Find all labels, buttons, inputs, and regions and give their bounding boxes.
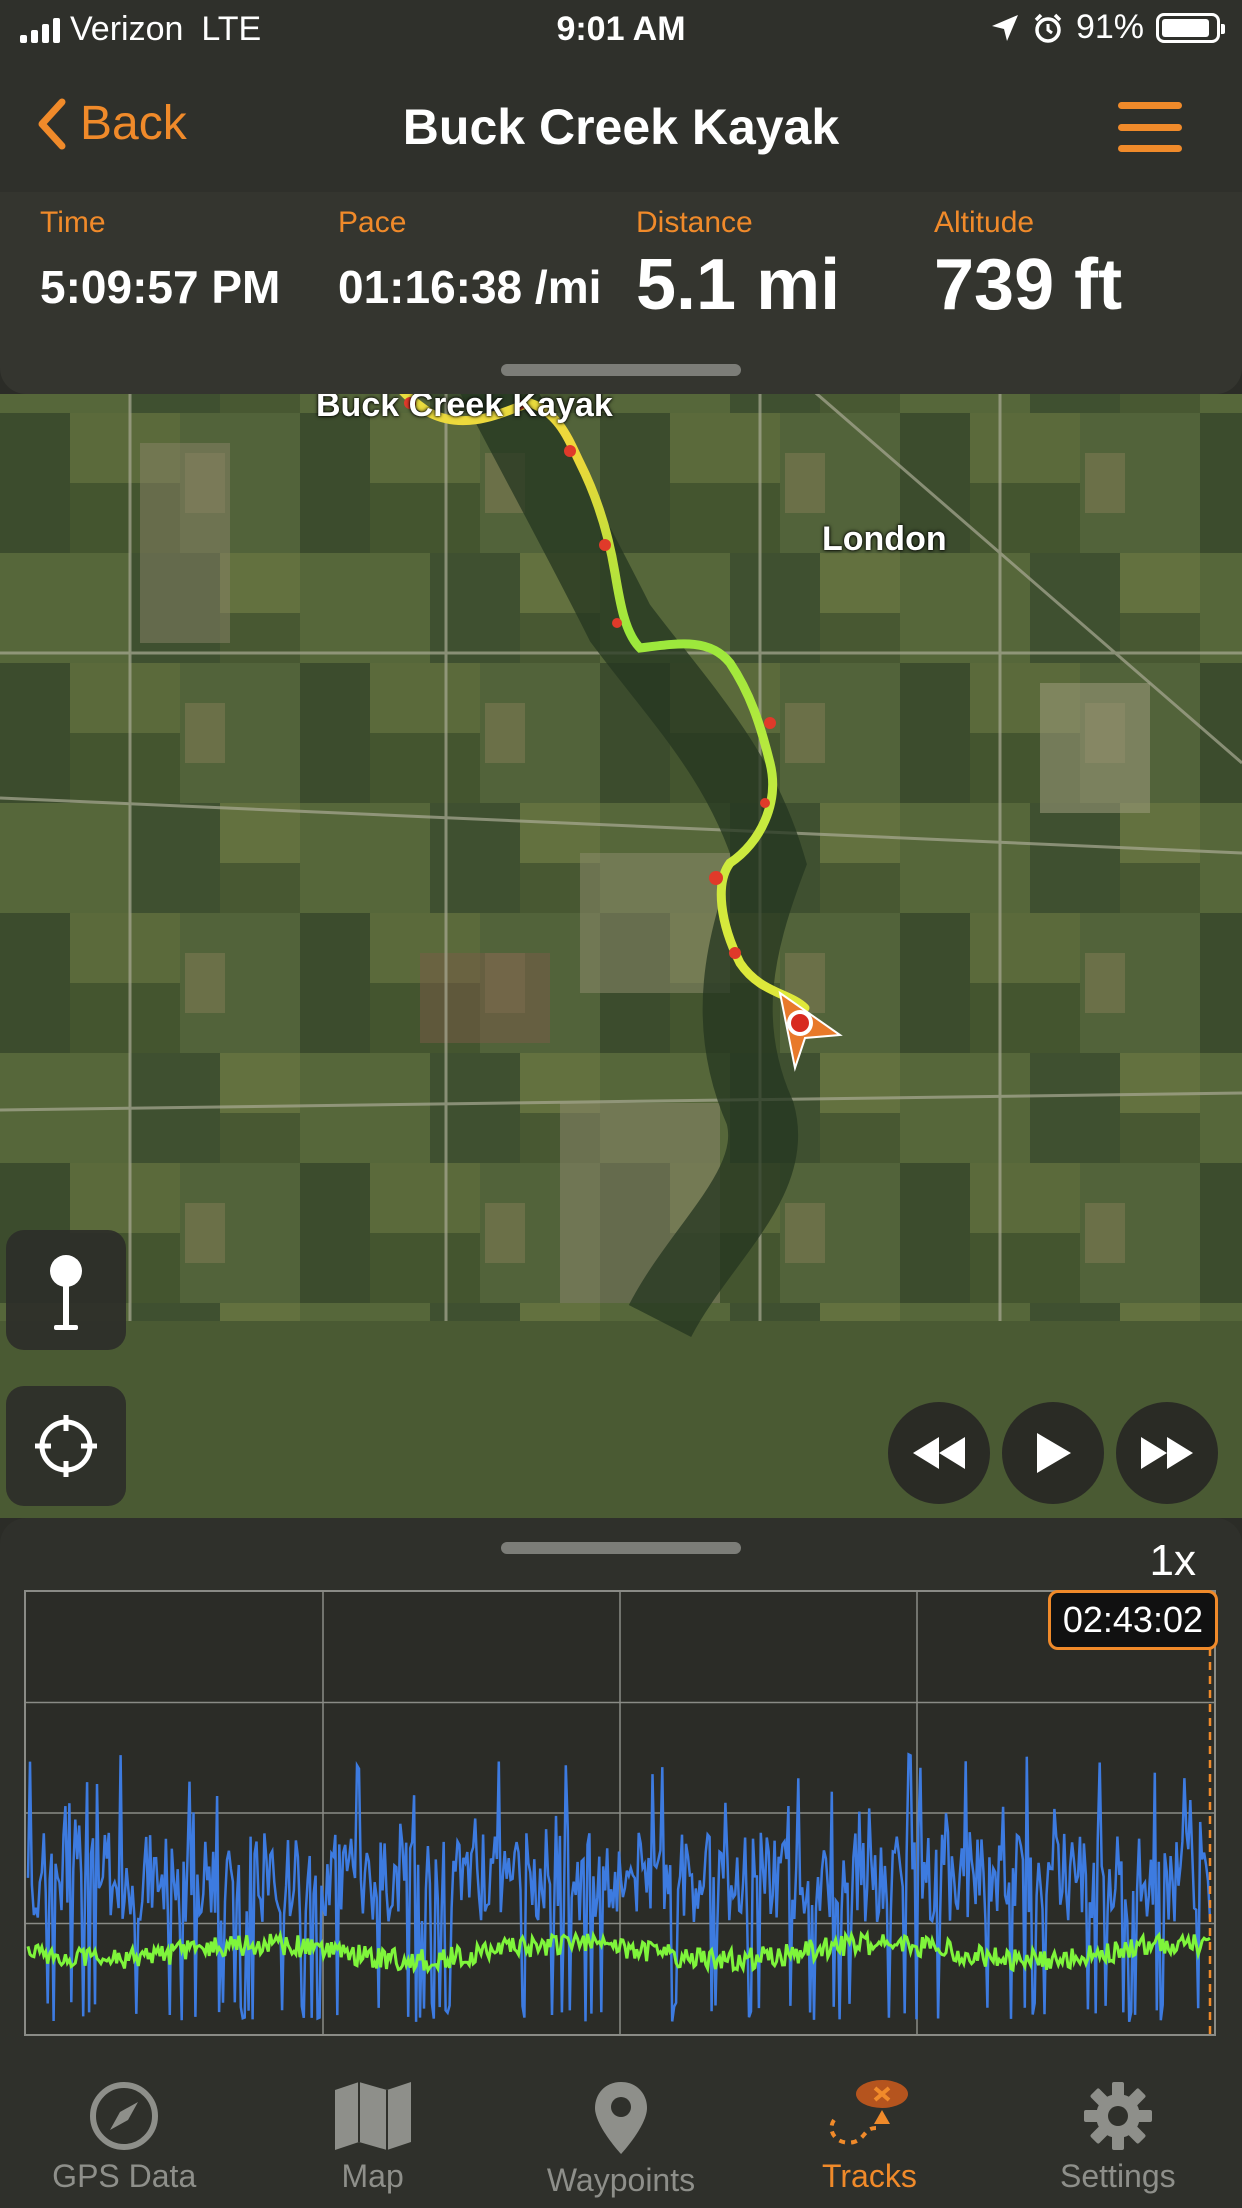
battery-percent: 91% <box>1075 8 1144 46</box>
waypoint-pin-icon <box>595 2082 648 2154</box>
tab-label: Tracks <box>822 2158 917 2194</box>
tab-label: Map <box>341 2158 404 2194</box>
satellite-terrain <box>0 394 1242 1338</box>
tab-bar: GPS Data Map Waypoints Tracks Settings <box>0 2058 1242 2208</box>
distance-value: 5.1 mi <box>636 245 841 325</box>
town-label: London <box>822 520 947 558</box>
track-graph[interactable] <box>24 1590 1216 2036</box>
tab-label: GPS Data <box>52 2158 197 2194</box>
drop-pin-button[interactable] <box>6 1230 126 1350</box>
location-arrow-icon <box>991 14 1018 41</box>
page-title: Buck Creek Kayak <box>402 99 840 155</box>
alarm-icon <box>1034 13 1062 43</box>
recenter-button[interactable] <box>6 1386 126 1506</box>
stats-drag-handle[interactable] <box>501 364 741 376</box>
tab-tracks[interactable]: Tracks <box>745 2058 993 2208</box>
tracks-icon <box>829 2080 909 2145</box>
track-name-label: Buck Creek Kayak <box>316 394 613 424</box>
pin-icon <box>50 1255 82 1330</box>
play-button[interactable] <box>1002 1402 1104 1504</box>
stat-pace: Pace 01:16:38 /mi <box>338 206 601 314</box>
menu-icon[interactable] <box>1118 102 1182 152</box>
tab-settings[interactable]: Settings <box>994 2058 1242 2208</box>
battery-icon <box>1156 12 1225 43</box>
time-label: Time <box>40 206 106 239</box>
stats-panel: Time 5:09:57 PM Pace 01:16:38 /mi Distan… <box>0 192 1242 394</box>
gear-icon <box>1083 2082 1152 2150</box>
tab-gps-data[interactable]: GPS Data <box>0 2058 248 2208</box>
fast-forward-button[interactable] <box>1116 1402 1218 1504</box>
crosshair-icon <box>35 1415 97 1477</box>
tab-label: Waypoints <box>546 2162 696 2198</box>
status-right: 91% <box>990 8 1225 47</box>
speed-series-line <box>26 1752 1212 2023</box>
altitude-value: 739 ft <box>934 245 1123 325</box>
fast-forward-icon <box>1141 1437 1193 1469</box>
tab-waypoints[interactable]: Waypoints <box>497 2058 745 2208</box>
play-icon <box>1037 1433 1071 1473</box>
rewind-icon <box>913 1437 965 1469</box>
graph-panel: 1x 02:43:02 <box>0 1518 1242 2058</box>
status-bar: Verizon LTE 9:01 AM 91% <box>0 0 1242 62</box>
graph-drag-handle[interactable] <box>501 1542 741 1554</box>
pace-value: 01:16:38 /mi <box>338 261 602 313</box>
navigation-bar: Back Buck Creek Kayak <box>0 62 1242 192</box>
distance-label: Distance <box>636 206 753 239</box>
stat-distance: Distance 5.1 mi <box>636 206 840 326</box>
rewind-button[interactable] <box>888 1402 990 1504</box>
compass-icon <box>90 2082 159 2150</box>
tab-label: Settings <box>1060 2158 1176 2194</box>
time-value: 5:09:57 PM <box>40 261 281 313</box>
tab-map[interactable]: Map <box>248 2058 496 2208</box>
altitude-label: Altitude <box>934 206 1035 239</box>
scrub-time-badge: 02:43:02 <box>1047 1590 1218 1650</box>
playback-speed[interactable]: 1x <box>1150 1536 1196 1586</box>
pace-label: Pace <box>338 206 407 239</box>
stat-time: Time 5:09:57 PM <box>40 206 280 314</box>
track-graph-svg <box>26 1592 1214 2034</box>
map-icon <box>334 2082 411 2150</box>
satellite-map[interactable]: Buck Creek Kayak London <box>0 394 1242 1518</box>
stat-altitude: Altitude 739 ft <box>934 206 1122 326</box>
